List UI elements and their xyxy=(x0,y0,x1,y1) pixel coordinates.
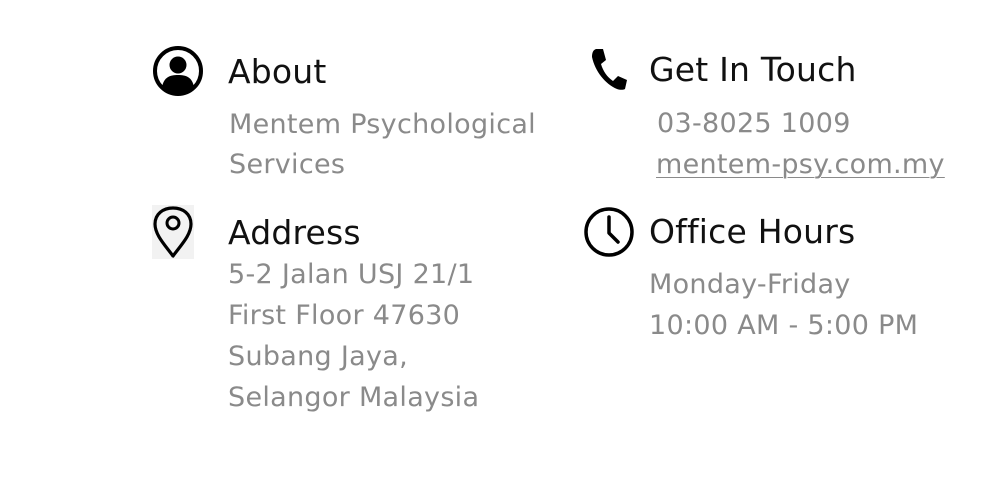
hours-line: Monday-Friday xyxy=(649,269,851,300)
address-line: Selangor Malaysia xyxy=(228,382,480,413)
contact-heading: Get In Touch xyxy=(649,50,857,89)
address-line: 5-2 Jalan USJ 21/1 xyxy=(228,259,475,290)
phone-number[interactable]: 03-8025 1009 xyxy=(657,107,851,141)
hours-heading: Office Hours xyxy=(649,212,856,251)
clock-icon xyxy=(583,206,635,258)
about-heading: About xyxy=(228,52,327,91)
website-link[interactable]: mentem-psy.com.my xyxy=(656,148,945,182)
address-line: First Floor 47630 xyxy=(228,300,461,331)
hours-line: 10:00 AM - 5:00 PM xyxy=(649,310,919,341)
about-line: Mentem Psychological xyxy=(229,109,536,140)
user-circle-icon xyxy=(152,45,204,97)
about-line: Services xyxy=(229,149,346,180)
map-pin-icon xyxy=(152,205,194,259)
address-line: Subang Jaya, xyxy=(228,341,408,372)
phone-icon xyxy=(590,47,628,91)
address-heading: Address xyxy=(228,213,361,252)
